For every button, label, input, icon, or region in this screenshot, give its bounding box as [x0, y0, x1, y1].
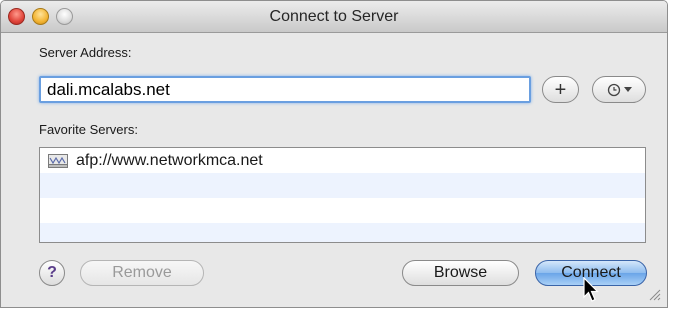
connect-to-server-window: Connect to Server Server Address: + Favo…: [0, 0, 668, 308]
clock-icon: [607, 83, 620, 96]
resize-grip-icon[interactable]: [647, 287, 661, 301]
list-item: [40, 198, 645, 223]
list-item[interactable]: afp://www.networkmca.net: [40, 148, 645, 173]
title-bar[interactable]: Connect to Server: [1, 1, 667, 33]
help-button[interactable]: ?: [39, 260, 65, 286]
server-address-label: Server Address:: [39, 45, 132, 60]
add-favorite-button[interactable]: +: [542, 76, 579, 103]
plus-icon: +: [554, 78, 567, 101]
cursor-icon: [583, 277, 599, 302]
favorite-servers-list[interactable]: afp://www.networkmca.net: [39, 147, 646, 243]
list-item: [40, 173, 645, 198]
server-address-input[interactable]: [39, 76, 531, 103]
list-item: [40, 223, 645, 242]
remove-button[interactable]: Remove: [80, 260, 204, 286]
window-title: Connect to Server: [269, 8, 399, 25]
chevron-down-icon: [623, 86, 632, 92]
recent-servers-button[interactable]: [592, 76, 646, 103]
browse-button[interactable]: Browse: [402, 260, 519, 286]
server-icon: [48, 153, 68, 168]
favorite-servers-label: Favorite Servers:: [39, 122, 138, 137]
favorite-server-address: afp://www.networkmca.net: [76, 151, 263, 169]
help-icon: ?: [47, 264, 57, 281]
